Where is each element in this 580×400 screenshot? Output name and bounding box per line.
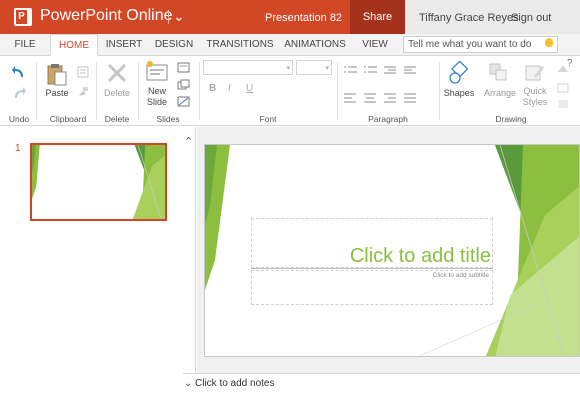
bold-button[interactable]: B [209, 83, 216, 94]
new-slide-line2[interactable]: Slide [142, 97, 172, 107]
ribbon-divider [138, 62, 139, 120]
delete-button[interactable]: Delete [100, 88, 134, 98]
ribbon-divider [96, 62, 97, 120]
cut-icon[interactable] [77, 66, 89, 78]
powerpoint-logo-icon: P [14, 8, 32, 26]
slide-thumbnail[interactable] [30, 143, 167, 221]
numbering-icon[interactable] [364, 66, 377, 73]
ribbon-tabs: FILE HOME INSERT DESIGN TRANSITIONS ANIM… [0, 34, 580, 56]
shapes-icon[interactable] [447, 61, 471, 85]
ribbon-divider [337, 62, 338, 120]
slide-editor: Click to add title Click to add subtitle [197, 127, 580, 373]
user-name[interactable]: Tiffany Grace Reyes [419, 12, 519, 24]
slides-panel: 1 ⌃ [0, 127, 196, 400]
drawing-options [557, 65, 569, 108]
bullets-icon[interactable] [344, 66, 357, 73]
quick-styles-icon[interactable] [524, 62, 546, 84]
scroll-up-chevron-icon[interactable]: ⌃ [184, 135, 193, 148]
ribbon: Undo Paste Clipboard Delete Delete New S… [0, 56, 580, 126]
document-name[interactable]: Presentation 82 [265, 12, 342, 24]
quick-styles-line2[interactable]: Styles [518, 97, 552, 107]
slide-number: 1 [15, 143, 21, 154]
delete-icon[interactable] [106, 62, 128, 84]
share-button[interactable]: Share [350, 0, 405, 34]
arrange-button[interactable]: Arrange [482, 88, 518, 98]
thumbnail-design [32, 145, 165, 219]
undo-group-label: Undo [8, 114, 30, 124]
font-group-label: Font [259, 114, 277, 124]
tab-insert[interactable]: INSERT [102, 34, 146, 56]
ribbon-divider [439, 62, 440, 120]
help-icon[interactable]: ? [567, 58, 573, 69]
notes-placeholder[interactable]: Click to add notes [195, 378, 275, 389]
font-size-dropdown-icon: ▾ [325, 65, 329, 72]
shapes-button[interactable]: Shapes [442, 88, 476, 98]
tab-design[interactable]: DESIGN [152, 34, 196, 56]
new-slide-icon[interactable] [145, 60, 169, 82]
app-name[interactable]: PowerPoint Online [40, 7, 173, 25]
app-menu-chevron-icon[interactable]: ⌄ [173, 7, 185, 25]
hide-slide-icon[interactable] [177, 96, 190, 107]
tab-transitions[interactable]: TRANSITIONS [206, 34, 274, 56]
tab-file[interactable]: FILE [8, 34, 42, 56]
paste-icon[interactable] [46, 62, 68, 86]
shape-outline-icon[interactable] [557, 83, 569, 93]
paragraph-group-label: Paragraph [368, 114, 408, 124]
lightbulb-icon [545, 38, 553, 47]
format-painter-icon[interactable] [77, 86, 89, 98]
ribbon-divider [199, 62, 200, 120]
align-left-icon[interactable] [344, 93, 356, 103]
underline-button[interactable]: U [246, 83, 253, 94]
justify-icon[interactable] [404, 93, 416, 103]
notes-chevron-icon[interactable]: ⌄ [184, 378, 192, 389]
layout-icon[interactable] [177, 62, 190, 73]
italic-button[interactable]: I [228, 83, 231, 94]
tab-home[interactable]: HOME [50, 34, 98, 56]
align-center-icon[interactable] [364, 93, 376, 103]
font-name-select[interactable]: ▾ [203, 60, 293, 75]
font-size-select[interactable]: ▾ [296, 60, 332, 75]
font-name-dropdown-icon: ▾ [286, 65, 290, 72]
decrease-indent-icon[interactable] [384, 66, 396, 74]
title-bar: P PowerPoint Online ⌄ Presentation 82 Sh… [0, 0, 580, 34]
arrange-icon[interactable] [488, 62, 510, 84]
slides-group-label: Slides [156, 114, 180, 124]
drawing-group-label: Drawing [495, 114, 527, 124]
slide-canvas[interactable]: Click to add title Click to add subtitle [204, 144, 580, 357]
paragraph-controls [344, 66, 416, 103]
undo-icon[interactable] [11, 65, 27, 79]
notes-bar: ⌄ Click to add notes [183, 373, 580, 400]
slide-subtitle-text[interactable]: Click to add subtitle [433, 272, 489, 279]
sign-out-link[interactable]: Sign out [511, 12, 551, 24]
new-slide-line1[interactable]: New [142, 86, 172, 96]
clipboard-group-label: Clipboard [49, 114, 87, 124]
tab-animations[interactable]: ANIMATIONS [282, 34, 348, 56]
shape-effects-icon[interactable] [558, 100, 568, 108]
user-area: Tiffany Grace Reyes Sign out [405, 0, 580, 34]
tell-me-input[interactable]: Tell me what you want to do [403, 36, 558, 53]
slide-title-text[interactable]: Click to add title [350, 245, 491, 268]
tab-view[interactable]: VIEW [358, 34, 392, 56]
align-right-icon[interactable] [384, 93, 396, 103]
paste-button[interactable]: Paste [42, 88, 72, 98]
duplicate-slide-icon[interactable] [177, 79, 190, 90]
title-underline [251, 268, 493, 269]
quick-styles-line1[interactable]: Quick [518, 86, 552, 96]
ribbon-divider [36, 62, 37, 120]
delete-group-label: Delete [104, 114, 130, 124]
redo-icon[interactable] [11, 86, 27, 100]
title-divider [168, 10, 169, 24]
increase-indent-icon[interactable] [404, 66, 416, 74]
